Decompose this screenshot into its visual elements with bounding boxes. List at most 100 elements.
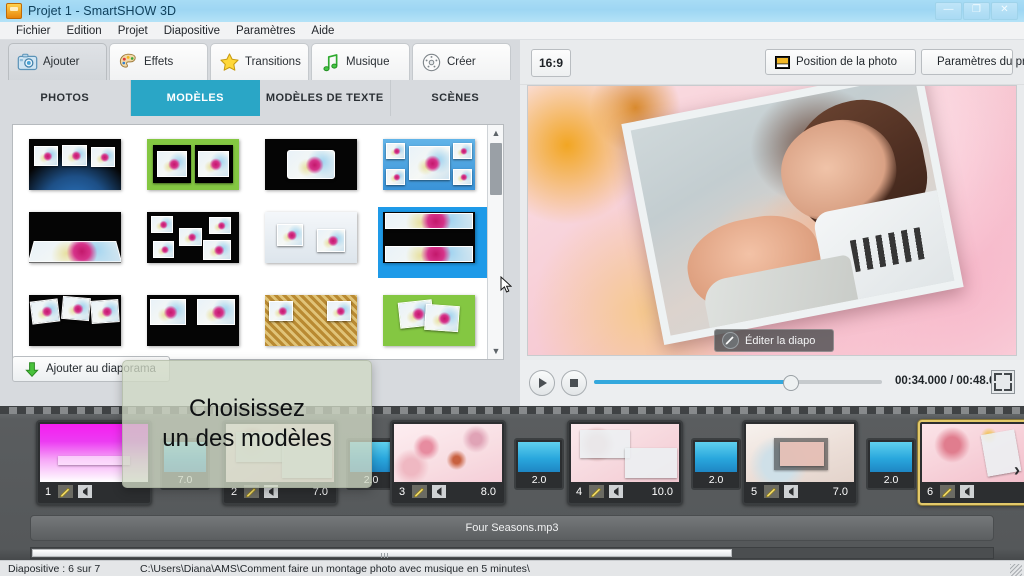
slide-edit-icon[interactable] — [589, 485, 604, 498]
seek-handle[interactable] — [783, 375, 799, 391]
slide-edit-icon[interactable] — [940, 485, 955, 498]
slide-edit-icon[interactable] — [412, 485, 427, 498]
aspect-ratio-button[interactable]: 16:9 — [531, 49, 571, 77]
maximize-icon: ❐ — [972, 4, 981, 15]
menu-item-aide[interactable]: Aide — [303, 22, 342, 40]
photo-position-button[interactable]: Position de la photo — [765, 49, 916, 75]
tab-creer-label: Créer — [447, 56, 476, 68]
template-item[interactable] — [383, 139, 475, 190]
subtab-modeles[interactable]: MODÈLES — [130, 80, 260, 124]
slide-sound-icon[interactable] — [784, 485, 798, 498]
player-controls: 00:34.000 / 00:48.000 — [520, 360, 1024, 405]
music-track-label: Four Seasons.mp3 — [465, 522, 559, 534]
tab-creer[interactable]: Créer — [412, 43, 511, 80]
pencil-icon — [722, 332, 739, 349]
ribbon-tabs: Ajouter Effets Transitions Musique Créer — [8, 43, 511, 80]
resize-grip[interactable] — [1010, 564, 1022, 576]
project-params-button[interactable]: Paramètres du projet — [921, 49, 1024, 75]
menu-item-edition[interactable]: Edition — [59, 22, 110, 40]
template-item[interactable] — [147, 139, 239, 190]
timeline-slide-selected[interactable]: 6 — [918, 420, 1024, 505]
maximize-button[interactable]: ❐ — [963, 2, 990, 20]
menu-item-parametres[interactable]: Paramètres — [228, 22, 303, 40]
scrollbar-grip — [381, 553, 390, 558]
slide-sound-icon[interactable] — [432, 485, 446, 498]
templates-list[interactable]: ▲ ▼ — [12, 124, 504, 360]
callout-overlay: Choisissez un des modèles — [122, 360, 372, 488]
subtab-modeles-de-texte-label: MODÈLES DE TEXTE — [265, 92, 384, 104]
slide-duration: 10.0 — [651, 485, 673, 498]
slide-edit-icon[interactable] — [58, 485, 73, 498]
timeline-next-arrow[interactable]: › — [1014, 460, 1020, 481]
play-icon — [539, 378, 547, 388]
scroll-down-icon[interactable]: ▼ — [488, 343, 503, 359]
slide-sound-icon[interactable] — [78, 485, 92, 498]
menu-item-fichier[interactable]: Fichier — [8, 22, 59, 40]
slide-sound-icon[interactable] — [960, 485, 974, 498]
stop-button[interactable] — [561, 370, 587, 396]
slide-edit-icon[interactable] — [764, 485, 779, 498]
timeline-transition[interactable]: 2.0 — [691, 438, 741, 490]
music-track-bar[interactable]: Four Seasons.mp3 — [30, 515, 994, 541]
tab-musique[interactable]: Musique — [311, 43, 410, 80]
subtab-photos[interactable]: PHOTOS — [0, 80, 131, 116]
mouse-cursor — [500, 276, 512, 293]
status-bar: Diapositive : 6 sur 7 C:\Users\Diana\AMS… — [0, 560, 1024, 576]
callout-line-1: Choisissez — [188, 395, 306, 423]
template-row — [29, 139, 487, 190]
music-note-icon — [323, 53, 338, 71]
template-item[interactable] — [29, 139, 121, 190]
window-title: Projet 1 - SmartSHOW 3D — [28, 4, 177, 18]
templates-grid — [13, 125, 490, 359]
timeline-transition[interactable]: 2.0 — [514, 438, 564, 490]
stop-icon — [570, 379, 578, 387]
template-item[interactable] — [265, 139, 357, 190]
subtab-modeles-de-texte[interactable]: MODÈLES DE TEXTE — [260, 80, 391, 116]
template-item[interactable] — [383, 295, 475, 346]
templates-scrollbar[interactable]: ▲ ▼ — [487, 125, 503, 359]
scrollbar-thumb[interactable] — [490, 143, 502, 195]
timeline-slide[interactable]: 3 8.0 — [390, 420, 506, 505]
photo-frame-icon — [775, 55, 790, 69]
callout-line-2: un des modèles — [162, 425, 332, 452]
subtab-scenes[interactable]: SCÈNES — [391, 80, 521, 116]
template-thumb — [265, 295, 357, 346]
slide-meta: 6 — [922, 482, 1024, 501]
fullscreen-button[interactable] — [991, 370, 1015, 394]
template-item[interactable] — [147, 212, 239, 263]
close-button[interactable]: ✕ — [991, 2, 1018, 20]
minimize-button[interactable]: — — [935, 2, 962, 20]
seek-slider[interactable] — [594, 375, 882, 391]
timeline-slide[interactable]: 5 7.0 — [742, 420, 858, 505]
slide-sound-icon[interactable] — [609, 485, 623, 498]
timeline-slide[interactable]: 4 10.0 — [567, 420, 683, 505]
tab-effets[interactable]: Effets — [109, 43, 208, 80]
subtab-scenes-label: SCÈNES — [431, 92, 480, 104]
template-item[interactable] — [265, 295, 357, 346]
template-item[interactable] — [147, 295, 239, 346]
menu-item-projet[interactable]: Projet — [110, 22, 156, 40]
status-path: C:\Users\Diana\AMS\Comment faire un mont… — [140, 563, 530, 575]
app-icon — [6, 3, 22, 19]
scroll-up-icon[interactable]: ▲ — [488, 125, 503, 141]
menu-item-diapositive[interactable]: Diapositive — [156, 22, 228, 40]
transition-duration: 2.0 — [883, 474, 899, 486]
timeline-horizontal-scrollbar[interactable] — [30, 547, 994, 559]
status-slide-info: Diapositive : 6 sur 7 — [8, 563, 101, 575]
horizontal-scrollbar-thumb[interactable] — [32, 549, 732, 558]
preview-stage[interactable]: Éditer la diapo — [527, 85, 1017, 356]
tab-ajouter[interactable]: Ajouter — [8, 43, 107, 80]
template-item[interactable] — [29, 212, 121, 263]
edit-slide-button[interactable]: Éditer la diapo — [714, 329, 834, 352]
template-item[interactable] — [265, 212, 357, 263]
play-button[interactable] — [529, 370, 555, 396]
template-thumb — [265, 212, 357, 263]
transition-thumbnail — [870, 442, 912, 472]
slide-meta: 4 10.0 — [571, 482, 679, 501]
tab-transitions[interactable]: Transitions — [210, 43, 309, 80]
window-controls[interactable]: — ❐ ✕ — [935, 2, 1018, 20]
template-item-selected[interactable] — [378, 207, 490, 278]
preview-toolbar: 16:9 Position de la photo Paramètres du … — [520, 40, 1024, 85]
template-item[interactable] — [29, 295, 121, 346]
timeline-transition[interactable]: 2.0 — [866, 438, 916, 490]
